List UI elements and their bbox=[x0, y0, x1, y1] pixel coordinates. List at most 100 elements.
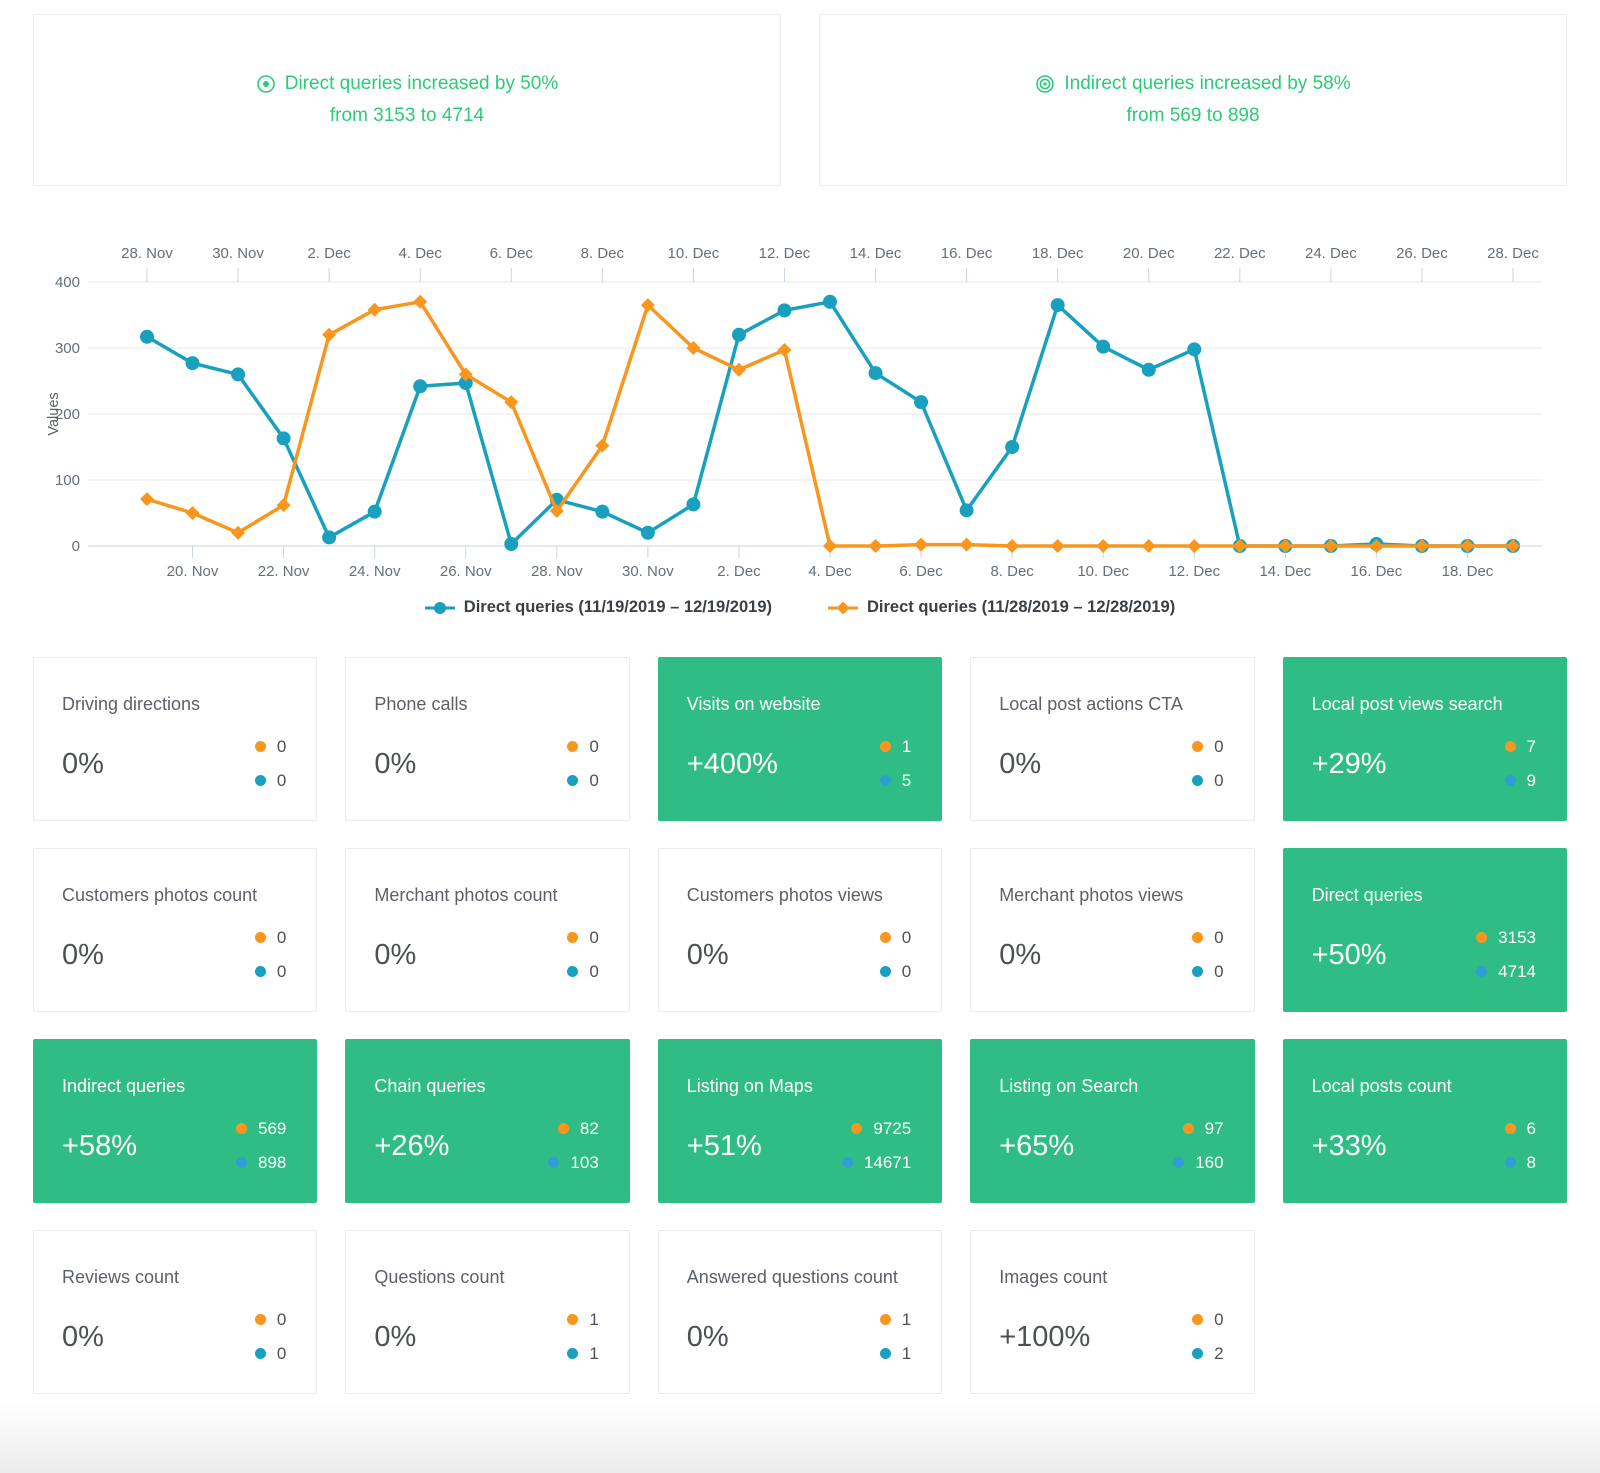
legend-item-1[interactable]: Direct queries (11/28/2019 – 12/28/2019) bbox=[828, 598, 1175, 617]
orange-dot-icon bbox=[567, 932, 578, 943]
metric-card-change: +400% bbox=[687, 748, 778, 781]
metric-card-change: +33% bbox=[1312, 1130, 1387, 1163]
metric-card-values: 569898 bbox=[236, 1120, 286, 1171]
bottom-axis-label: 10. Dec bbox=[1077, 563, 1129, 580]
comparison-chart: 0100200300400Values28. Nov30. Nov2. Dec4… bbox=[0, 230, 1600, 617]
data-point[interactable] bbox=[413, 379, 427, 393]
data-point[interactable] bbox=[1051, 539, 1065, 553]
current-period-value-row: 0 bbox=[1192, 963, 1223, 980]
data-point[interactable] bbox=[869, 366, 883, 380]
summary-card-direct-queries: Direct queries increased by 50% from 315… bbox=[33, 14, 781, 186]
series-line-0 bbox=[147, 302, 1513, 546]
metric-card-change: 0% bbox=[62, 1321, 104, 1354]
teal-dot-icon bbox=[1476, 966, 1487, 977]
orange-dot-icon bbox=[1505, 1123, 1516, 1134]
data-point[interactable] bbox=[1142, 363, 1156, 377]
data-point[interactable] bbox=[1005, 539, 1019, 553]
previous-period-value-row: 97 bbox=[1183, 1120, 1224, 1137]
data-point[interactable] bbox=[732, 328, 746, 342]
top-axis-label: 2. Dec bbox=[307, 245, 351, 262]
legend-circle-marker-icon bbox=[425, 600, 455, 616]
data-point[interactable] bbox=[140, 492, 154, 506]
teal-dot-icon bbox=[1192, 966, 1203, 977]
summary-indirect-text: Indirect queries increased by 58% bbox=[1064, 73, 1350, 96]
current-period-value-row: 0 bbox=[1192, 772, 1223, 789]
data-point[interactable] bbox=[322, 530, 336, 544]
data-point[interactable] bbox=[1051, 298, 1065, 312]
y-axis-title: Values bbox=[46, 392, 62, 435]
metric-card-local-post-views-search: Local post views search+29%79 bbox=[1283, 657, 1567, 821]
legend-diamond-marker-icon bbox=[828, 600, 858, 616]
data-point[interactable] bbox=[277, 431, 291, 445]
data-point[interactable] bbox=[595, 505, 609, 519]
data-point[interactable] bbox=[823, 539, 837, 553]
data-point[interactable] bbox=[1187, 342, 1201, 356]
current-period-value-row: 0 bbox=[255, 1345, 286, 1362]
data-point[interactable] bbox=[777, 303, 791, 317]
current-period-value: 2 bbox=[1214, 1345, 1223, 1362]
current-period-value: 0 bbox=[589, 963, 598, 980]
metric-card-values: 00 bbox=[567, 738, 598, 789]
data-point[interactable] bbox=[322, 328, 336, 342]
data-point[interactable] bbox=[1096, 539, 1110, 553]
data-point[interactable] bbox=[1005, 440, 1019, 454]
metric-card-title: Local post actions CTA bbox=[999, 694, 1183, 715]
data-point[interactable] bbox=[186, 506, 200, 520]
metric-card-title: Reviews count bbox=[62, 1267, 179, 1288]
previous-period-value-row: 6 bbox=[1505, 1120, 1536, 1137]
top-axis-label: 14. Dec bbox=[850, 245, 902, 262]
data-point[interactable] bbox=[914, 395, 928, 409]
current-period-value-row: 2 bbox=[1192, 1345, 1223, 1362]
top-axis-label: 6. Dec bbox=[490, 245, 534, 262]
top-axis-label: 18. Dec bbox=[1032, 245, 1084, 262]
summary-direct-range: from 3153 to 4714 bbox=[330, 105, 484, 128]
data-point[interactable] bbox=[686, 497, 700, 511]
current-period-value-row: 1 bbox=[880, 1345, 911, 1362]
current-period-value: 0 bbox=[589, 772, 598, 789]
data-point[interactable] bbox=[823, 295, 837, 309]
metric-cards-grid: Driving directions0%00Phone calls0%00Vis… bbox=[0, 627, 1600, 1394]
previous-period-value-row: 1 bbox=[880, 738, 911, 755]
orange-dot-icon bbox=[880, 741, 891, 752]
metric-card-listing-on-maps: Listing on Maps+51%972514671 bbox=[658, 1039, 942, 1203]
data-point[interactable] bbox=[140, 330, 154, 344]
data-point[interactable] bbox=[186, 356, 200, 370]
current-period-value: 1 bbox=[589, 1345, 598, 1362]
data-point[interactable] bbox=[1187, 539, 1201, 553]
chart-canvas[interactable]: 0100200300400Values28. Nov30. Nov2. Dec4… bbox=[0, 230, 1600, 590]
metric-card-change: +26% bbox=[374, 1130, 449, 1163]
metric-card-title: Merchant photos views bbox=[999, 885, 1183, 906]
metric-card-change: 0% bbox=[374, 1321, 416, 1354]
data-point[interactable] bbox=[732, 363, 746, 377]
metric-card-title: Local posts count bbox=[1312, 1076, 1452, 1097]
metric-card-title: Listing on Search bbox=[999, 1076, 1138, 1097]
metric-card-title: Driving directions bbox=[62, 694, 200, 715]
current-period-value-row: 0 bbox=[567, 772, 598, 789]
data-point[interactable] bbox=[368, 303, 382, 317]
data-point[interactable] bbox=[777, 343, 791, 357]
legend-item-0[interactable]: Direct queries (11/19/2019 – 12/19/2019) bbox=[425, 598, 772, 617]
previous-period-value: 0 bbox=[589, 929, 598, 946]
data-point[interactable] bbox=[869, 539, 883, 553]
current-period-value-row: 160 bbox=[1173, 1154, 1223, 1171]
metric-card-phone-calls: Phone calls0%00 bbox=[345, 657, 629, 821]
data-point[interactable] bbox=[231, 367, 245, 381]
bottom-axis-label: 24. Nov bbox=[349, 563, 401, 580]
top-axis-label: 22. Dec bbox=[1214, 245, 1266, 262]
bottom-axis-label: 8. Dec bbox=[990, 563, 1034, 580]
orange-dot-icon bbox=[255, 1314, 266, 1325]
data-point[interactable] bbox=[960, 538, 974, 552]
data-point[interactable] bbox=[1142, 539, 1156, 553]
top-axis-label: 10. Dec bbox=[668, 245, 720, 262]
bottom-axis-label: 4. Dec bbox=[808, 563, 852, 580]
metric-card-change: 0% bbox=[999, 939, 1041, 972]
data-point[interactable] bbox=[914, 538, 928, 552]
data-point[interactable] bbox=[641, 526, 655, 540]
data-point[interactable] bbox=[960, 503, 974, 517]
data-point[interactable] bbox=[504, 537, 518, 551]
metric-card-values: 11 bbox=[880, 1311, 911, 1362]
data-point[interactable] bbox=[1096, 340, 1110, 354]
data-point[interactable] bbox=[368, 505, 382, 519]
metric-card-change: 0% bbox=[687, 939, 729, 972]
metric-card-change: +51% bbox=[687, 1130, 762, 1163]
